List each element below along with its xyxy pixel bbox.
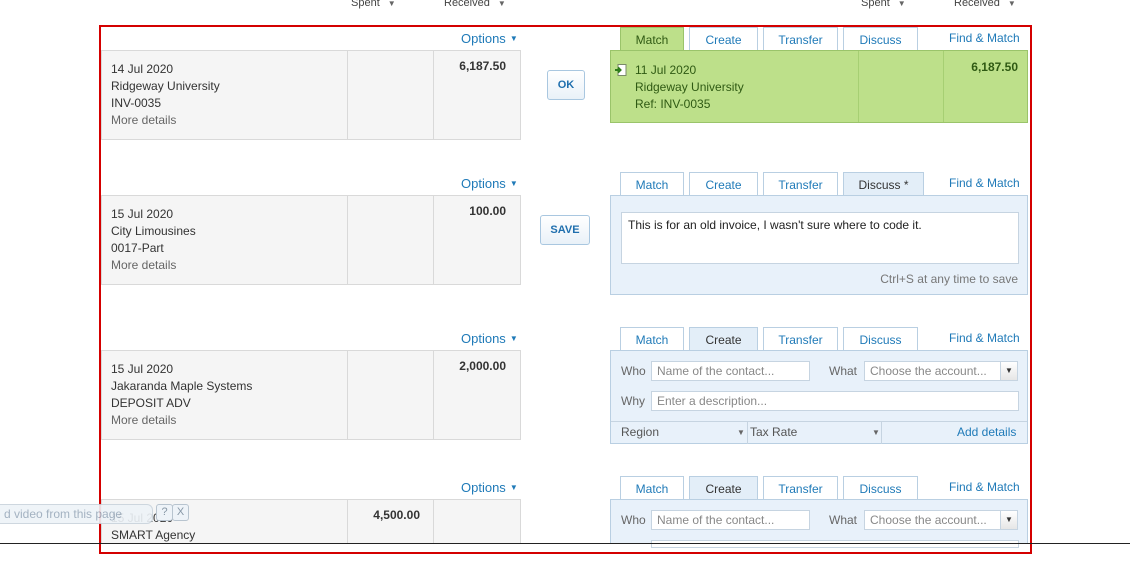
video-popup[interactable]: d video from this page ? X bbox=[0, 503, 189, 524]
sort-caret-icon: ▼ bbox=[497, 0, 506, 8]
video-popup-text[interactable]: d video from this page bbox=[0, 504, 153, 524]
sort-caret-icon: ▼ bbox=[387, 0, 396, 8]
help-icon[interactable]: ? bbox=[156, 504, 173, 521]
close-icon[interactable]: X bbox=[172, 504, 189, 521]
page-bottom-rule bbox=[0, 543, 1130, 544]
sort-caret-icon: ▼ bbox=[897, 0, 906, 8]
highlight-frame bbox=[99, 25, 1032, 554]
column-header-spent-left[interactable]: Spent ▼ bbox=[351, 0, 396, 9]
column-header-received-right[interactable]: Received ▼ bbox=[954, 0, 1016, 9]
column-header-spent-right[interactable]: Spent ▼ bbox=[861, 0, 906, 9]
sort-caret-icon: ▼ bbox=[1007, 0, 1016, 8]
column-header-received-left[interactable]: Received ▼ bbox=[444, 0, 506, 9]
